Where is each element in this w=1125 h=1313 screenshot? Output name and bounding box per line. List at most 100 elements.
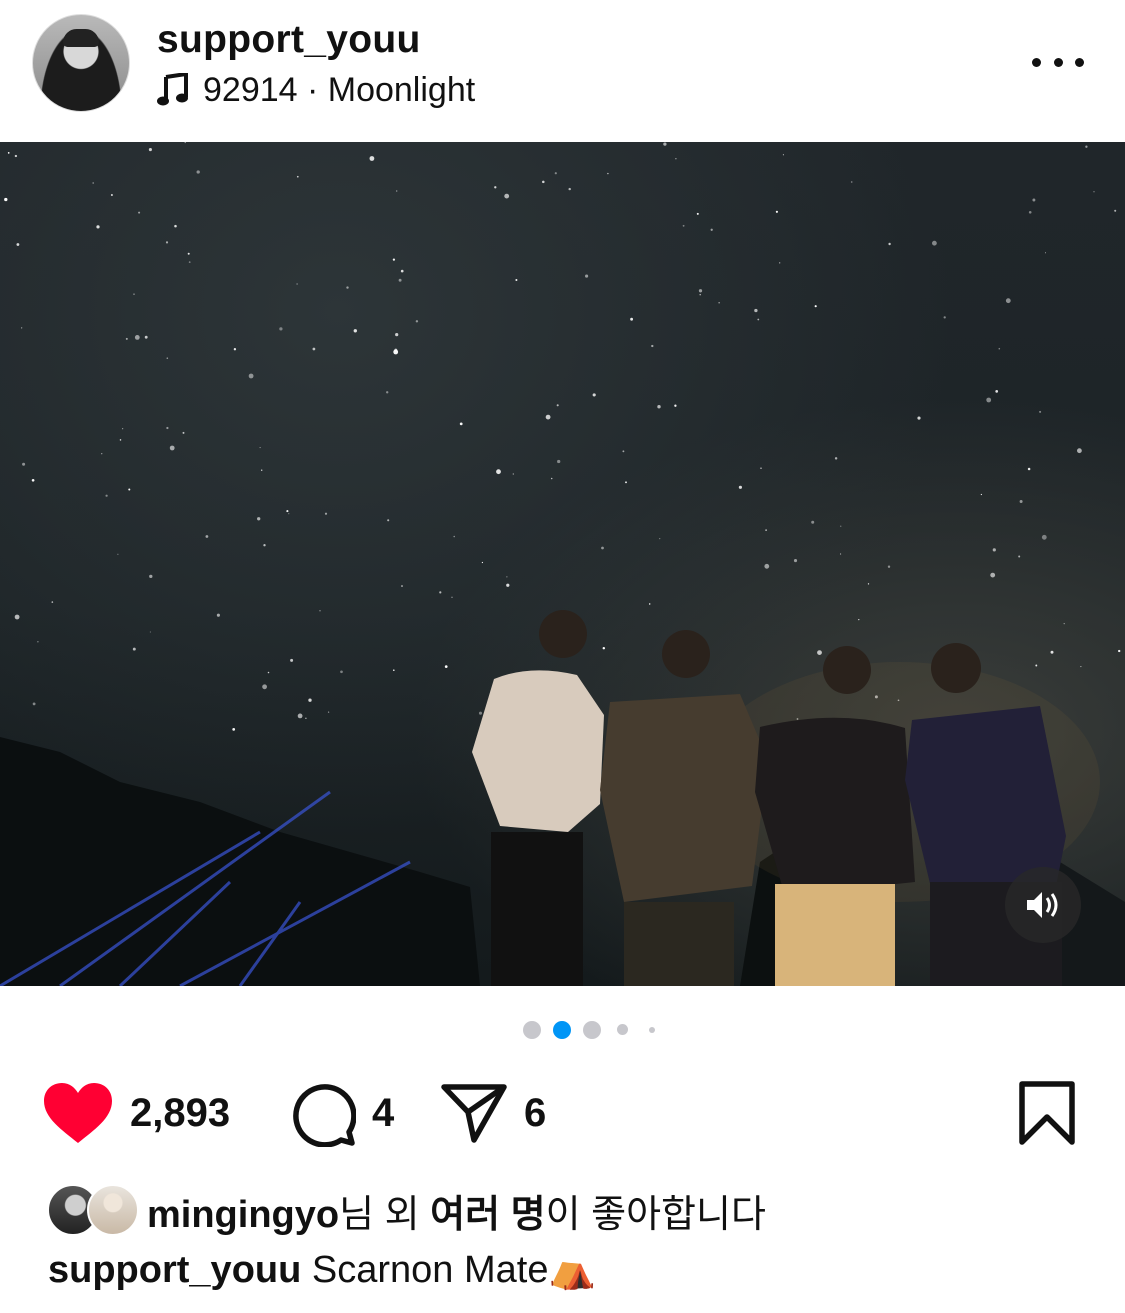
star xyxy=(867,583,870,585)
liked-by-suffix: 님 외 xyxy=(339,1193,431,1236)
star xyxy=(601,546,604,550)
star xyxy=(92,182,95,184)
star xyxy=(387,519,390,522)
star xyxy=(496,469,501,475)
star xyxy=(682,224,685,227)
comment-icon[interactable] xyxy=(288,1079,356,1147)
bookmark-button[interactable] xyxy=(1018,1081,1076,1145)
star xyxy=(353,329,357,333)
star xyxy=(262,684,267,690)
star xyxy=(257,517,261,521)
action-bar: 2,893 4 6 xyxy=(0,1075,1125,1150)
star xyxy=(101,453,103,455)
star xyxy=(21,327,23,329)
star xyxy=(261,469,263,471)
star xyxy=(710,228,713,231)
star xyxy=(327,711,330,713)
star xyxy=(1032,198,1036,202)
volume-button[interactable] xyxy=(1005,867,1081,943)
star xyxy=(451,596,453,598)
star xyxy=(607,172,609,175)
heart-icon[interactable] xyxy=(42,1081,114,1145)
bookmark-icon[interactable] xyxy=(1018,1081,1076,1145)
star xyxy=(675,158,677,160)
carousel-dot xyxy=(617,1024,628,1035)
star xyxy=(138,211,141,214)
star xyxy=(1005,298,1011,304)
star xyxy=(651,344,654,348)
star xyxy=(205,535,209,538)
star xyxy=(346,286,349,289)
star xyxy=(149,631,151,633)
star xyxy=(305,717,307,720)
share-count[interactable]: 6 xyxy=(524,1091,546,1136)
liked-by-others[interactable]: 여러 명 xyxy=(430,1194,545,1236)
star xyxy=(625,481,627,484)
star xyxy=(148,148,152,152)
star xyxy=(324,512,328,515)
star xyxy=(396,190,398,192)
star xyxy=(760,467,762,470)
star xyxy=(1118,649,1121,653)
share-icon[interactable] xyxy=(440,1082,508,1144)
share-button[interactable]: 6 xyxy=(440,1082,546,1144)
star xyxy=(1085,145,1088,148)
star xyxy=(545,414,551,420)
star xyxy=(96,225,100,229)
star xyxy=(556,404,559,407)
liked-by-user[interactable]: mingingyo xyxy=(147,1194,339,1236)
music-label: 92914 · Moonlight xyxy=(203,70,476,109)
star xyxy=(459,422,463,426)
night-sky-photo xyxy=(0,142,1125,986)
liked-by-row[interactable]: mingingyo님 외 여러 명이 좋아합니다 xyxy=(47,1183,766,1237)
post-media[interactable] xyxy=(0,142,1125,986)
star xyxy=(506,576,508,578)
star xyxy=(840,525,842,527)
star xyxy=(887,565,891,568)
star xyxy=(119,439,122,441)
star xyxy=(394,348,398,352)
music-note-icon xyxy=(157,73,188,106)
star xyxy=(1114,209,1117,212)
liker-avatar-2[interactable] xyxy=(87,1184,139,1236)
star xyxy=(263,544,266,547)
carousel-dot xyxy=(523,1021,541,1039)
star xyxy=(340,670,343,674)
star xyxy=(998,347,1001,350)
star xyxy=(775,210,778,213)
star xyxy=(386,391,389,394)
music-info[interactable]: 92914 · Moonlight xyxy=(157,70,475,110)
star xyxy=(542,180,545,184)
like-button[interactable]: 2,893 xyxy=(42,1081,230,1145)
caption-username[interactable]: support_youu xyxy=(48,1249,301,1291)
star xyxy=(995,390,999,393)
star xyxy=(779,262,781,264)
star xyxy=(369,156,375,161)
star xyxy=(174,224,177,228)
star xyxy=(232,728,236,731)
star xyxy=(401,585,403,587)
comment-button[interactable]: 4 xyxy=(288,1079,394,1147)
star xyxy=(132,647,136,651)
star xyxy=(188,261,191,263)
post-username[interactable]: support_youu xyxy=(157,18,421,62)
star xyxy=(122,428,124,430)
like-count[interactable]: 2,893 xyxy=(130,1091,230,1136)
star xyxy=(557,459,561,464)
star xyxy=(481,561,483,564)
star xyxy=(754,308,758,313)
comment-count[interactable]: 4 xyxy=(372,1091,394,1136)
star xyxy=(850,181,853,183)
liked-by-text: mingingyo님 외 여러 명이 좋아합니다 xyxy=(147,1183,766,1238)
liked-by-suffix-2: 이 좋아합니다 xyxy=(545,1193,766,1236)
star xyxy=(506,583,510,587)
star xyxy=(297,713,303,719)
star xyxy=(31,478,35,482)
star xyxy=(392,669,395,672)
star xyxy=(648,603,651,605)
star xyxy=(757,318,760,321)
more-icon[interactable] xyxy=(1032,52,1084,72)
star xyxy=(144,335,148,339)
profile-avatar[interactable] xyxy=(32,14,130,112)
star xyxy=(782,154,784,156)
